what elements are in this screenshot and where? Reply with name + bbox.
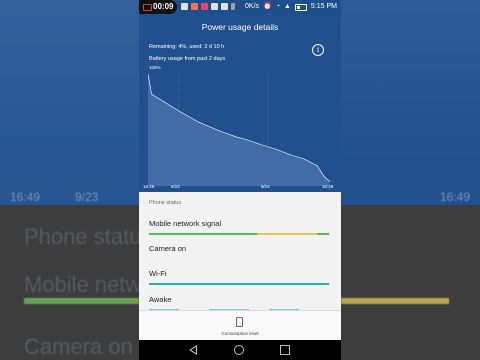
signal-bar-good <box>149 233 257 235</box>
more-icon <box>231 3 235 10</box>
page-title: Power usage details <box>201 22 279 32</box>
battery-icon <box>294 3 307 11</box>
back-icon[interactable] <box>189 345 197 355</box>
recent-apps-icon[interactable] <box>280 345 290 355</box>
record-icon <box>143 4 152 11</box>
status-right: 0K/s ⏰ ◔ ▲ 5:15 PM <box>245 3 337 11</box>
phone-screen: 00:09 0K/s ⏰ ◔ ▲ 5:15 PM Power usage det… <box>139 0 341 360</box>
notification-icon <box>181 3 188 10</box>
status-bar: 00:09 0K/s ⏰ ◔ ▲ 5:15 PM <box>139 0 341 14</box>
x-tick-label: 16:49 <box>143 184 155 189</box>
x-tick-label: 9/24 <box>261 184 270 189</box>
list-item-awake[interactable]: Awake <box>149 295 329 311</box>
clock: 5:15 PM <box>310 3 337 10</box>
screen-recorder-pill[interactable]: 00:09 <box>139 0 177 14</box>
section-title: Phone status <box>149 200 182 206</box>
list-item-mobile-network[interactable]: Mobile network signal <box>149 219 329 235</box>
navigation-bar <box>139 340 341 360</box>
usage-label: Battery usage from past 2 days <box>149 56 226 62</box>
notification-icon <box>191 3 198 10</box>
x-tick-label: 9/23 <box>171 184 180 189</box>
signal-bar-moderate <box>257 233 317 235</box>
x-tick-label: 16:49 <box>322 184 334 189</box>
wifi-icon: ◔ <box>275 3 280 10</box>
alarm-icon: ⏰ <box>263 3 272 10</box>
row-label: Mobile network signal <box>149 219 222 228</box>
background-bar <box>24 298 139 304</box>
consumption-label: Consumption level <box>221 331 259 336</box>
home-icon[interactable] <box>234 345 244 355</box>
battery-level-icon <box>236 317 243 327</box>
battery-area <box>148 74 330 186</box>
list-item-wifi[interactable]: Wi-Fi <box>149 269 329 285</box>
background-tick: 16:49 <box>10 190 41 204</box>
background-text: Camera on <box>24 334 133 359</box>
background-text: Phone status <box>24 224 153 249</box>
info-icon[interactable]: i <box>312 44 324 56</box>
battery-chart <box>148 74 330 186</box>
notification-icons <box>181 3 235 10</box>
network-speed: 0K/s <box>245 3 260 10</box>
background-tick: 16:49 <box>440 190 471 204</box>
notification-icon <box>221 3 228 10</box>
background-bar <box>341 298 449 304</box>
background-tick: 9/23 <box>75 190 99 204</box>
wifi-bar <box>149 283 329 285</box>
row-label: Camera on <box>149 244 187 253</box>
power-usage-header: Power usage details i Remaining: 4%, use… <box>139 14 341 192</box>
row-label: Awake <box>149 295 172 304</box>
list-item-camera[interactable]: Camera on <box>149 244 329 253</box>
consumption-level-button[interactable]: Consumption level <box>139 310 341 341</box>
notification-icon <box>211 3 218 10</box>
recording-time: 00:09 <box>153 2 174 11</box>
signal-icon: ▲ <box>283 3 291 10</box>
remaining-text: Remaining: 4%, used: 2 d 10 h <box>149 44 225 50</box>
notification-icon <box>201 3 208 10</box>
row-label: Wi-Fi <box>149 269 167 278</box>
signal-bar-good <box>317 233 329 235</box>
percent-label: 100% <box>149 65 161 70</box>
